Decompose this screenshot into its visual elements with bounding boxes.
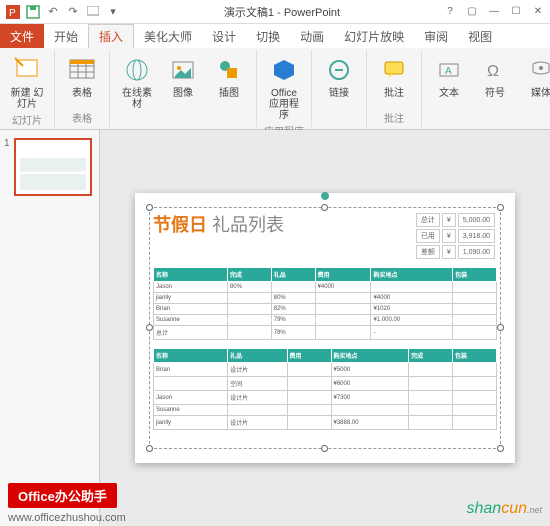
rotate-handle[interactable] [321, 192, 329, 200]
group-images: 在线素 材 图像 插图 [110, 50, 257, 127]
tab-view[interactable]: 视图 [458, 24, 502, 48]
new-slide-button[interactable]: 新建 幻灯片 [6, 52, 48, 112]
close-icon[interactable]: ✕ [530, 4, 546, 20]
table-button[interactable]: 表格 [61, 52, 103, 101]
resize-handle[interactable] [146, 445, 153, 452]
apps-icon [268, 54, 300, 86]
svg-text:Ω: Ω [487, 63, 499, 80]
slide-thumbnail-pane[interactable]: 1 [0, 130, 100, 526]
thumbnail-1[interactable]: 1 [4, 138, 95, 196]
group-text: A 文本 Ω 符号 媒体 [422, 50, 550, 127]
textbox-icon: A [433, 54, 465, 86]
help-icon[interactable]: ? [442, 4, 458, 20]
thumbnail-image[interactable] [14, 138, 92, 196]
tab-transition[interactable]: 切换 [246, 24, 290, 48]
window-title: 演示文稿1 - PowerPoint [122, 4, 442, 20]
undo-icon[interactable]: ↶ [44, 3, 62, 21]
resize-handle[interactable] [497, 445, 504, 452]
minimize-icon[interactable]: — [486, 4, 502, 20]
tab-beautify[interactable]: 美化大师 [134, 24, 202, 48]
ribbon-options-icon[interactable]: ▢ [464, 4, 480, 20]
tab-review[interactable]: 审阅 [414, 24, 458, 48]
shapes-icon [213, 54, 245, 86]
office-apps-button[interactable]: Office 应用程序 [263, 52, 305, 123]
powerpoint-icon[interactable]: P [4, 3, 22, 21]
ribbon: 新建 幻灯片 幻灯片 表格 表格 在线素 材 图像 插图 [0, 48, 550, 130]
illustration-button[interactable]: 插图 [208, 52, 250, 101]
comment-icon [378, 54, 410, 86]
svg-text:A: A [445, 66, 452, 77]
group-slides: 新建 幻灯片 幻灯片 [0, 50, 55, 127]
media-icon [525, 54, 550, 86]
maximize-icon[interactable]: ☐ [508, 4, 524, 20]
image-icon [167, 54, 199, 86]
group-apps: Office 应用程序 应用程序 [257, 50, 312, 127]
save-icon[interactable] [24, 3, 42, 21]
footer-logo: shancun.net [466, 500, 542, 518]
selection-box[interactable] [149, 207, 501, 449]
resize-handle[interactable] [146, 204, 153, 211]
qat-dropdown-icon[interactable]: ▾ [104, 3, 122, 21]
resize-handle[interactable] [497, 204, 504, 211]
tab-animation[interactable]: 动画 [290, 24, 334, 48]
resize-handle[interactable] [146, 324, 153, 331]
media-button[interactable]: 媒体 [520, 52, 550, 101]
group-comments: 批注 批注 [367, 50, 422, 127]
tab-design[interactable]: 设计 [202, 24, 246, 48]
online-content-button[interactable]: 在线素 材 [116, 52, 158, 112]
symbol-button[interactable]: Ω 符号 [474, 52, 516, 101]
svg-text:P: P [9, 8, 16, 19]
resize-handle[interactable] [497, 324, 504, 331]
link-icon [323, 54, 355, 86]
workspace: 1 节假日 礼品列表 总计¥5,000.00 [0, 130, 550, 526]
redo-icon[interactable]: ↷ [64, 3, 82, 21]
resize-handle[interactable] [321, 445, 328, 452]
footer-url: www.officezhushou.com [8, 512, 126, 524]
quick-access-toolbar: P ↶ ↷ ▾ [4, 3, 122, 21]
slide-editor[interactable]: 节假日 礼品列表 总计¥5,000.00已用¥3,918.00差额¥1,090.… [100, 130, 550, 526]
image-button[interactable]: 图像 [162, 52, 204, 101]
tab-insert[interactable]: 插入 [88, 24, 134, 48]
link-button[interactable]: 链接 [318, 52, 360, 101]
tab-file[interactable]: 文件 [0, 24, 44, 48]
tab-slideshow[interactable]: 幻灯片放映 [334, 24, 414, 48]
text-button[interactable]: A 文本 [428, 52, 470, 101]
comment-button[interactable]: 批注 [373, 52, 415, 101]
group-links: 链接 [312, 50, 367, 127]
new-slide-icon [11, 54, 43, 86]
table-icon [66, 54, 98, 86]
resize-handle[interactable] [321, 204, 328, 211]
symbol-icon: Ω [479, 54, 511, 86]
slide-canvas[interactable]: 节假日 礼品列表 总计¥5,000.00已用¥3,918.00差额¥1,090.… [135, 193, 515, 463]
title-bar: P ↶ ↷ ▾ 演示文稿1 - PowerPoint ? ▢ — ☐ ✕ [0, 0, 550, 24]
footer-badge: Office办公助手 [8, 483, 117, 508]
start-slideshow-icon[interactable] [84, 3, 102, 21]
tab-home[interactable]: 开始 [44, 24, 88, 48]
window-controls: ? ▢ — ☐ ✕ [442, 4, 546, 20]
globe-icon [121, 54, 153, 86]
group-tables: 表格 表格 [55, 50, 110, 127]
ribbon-tabs: 文件 开始 插入 美化大师 设计 切换 动画 幻灯片放映 审阅 视图 [0, 24, 550, 48]
